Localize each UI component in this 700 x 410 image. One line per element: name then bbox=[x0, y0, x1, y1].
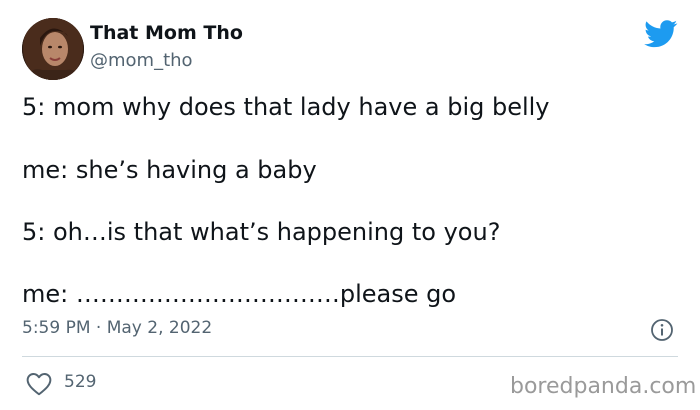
divider bbox=[22, 356, 678, 357]
avatar[interactable] bbox=[22, 18, 84, 80]
tweet-line: 5: mom why does that lady have a big bel… bbox=[22, 93, 550, 121]
author-handle[interactable]: @mom_tho bbox=[90, 50, 193, 71]
tweet-line: me: she’s having a baby bbox=[22, 156, 317, 184]
boredpanda-watermark: boredpanda.com bbox=[510, 374, 697, 399]
like-count: 529 bbox=[64, 372, 97, 392]
twitter-bird-icon[interactable] bbox=[644, 20, 678, 48]
heart-outline-icon[interactable] bbox=[26, 372, 52, 396]
tweet-card: That Mom Tho @mom_tho 5: mom why does th… bbox=[0, 0, 700, 410]
info-circle-icon[interactable] bbox=[650, 318, 674, 342]
author-display-name[interactable]: That Mom Tho bbox=[90, 22, 243, 44]
tweet-line: me: ……………………………please go bbox=[22, 280, 457, 308]
avatar-image bbox=[22, 18, 84, 80]
tweet-timestamp[interactable]: 5:59 PM · May 2, 2022 bbox=[22, 318, 212, 338]
tweet-line: 5: oh…is that what’s happening to you? bbox=[22, 218, 501, 246]
